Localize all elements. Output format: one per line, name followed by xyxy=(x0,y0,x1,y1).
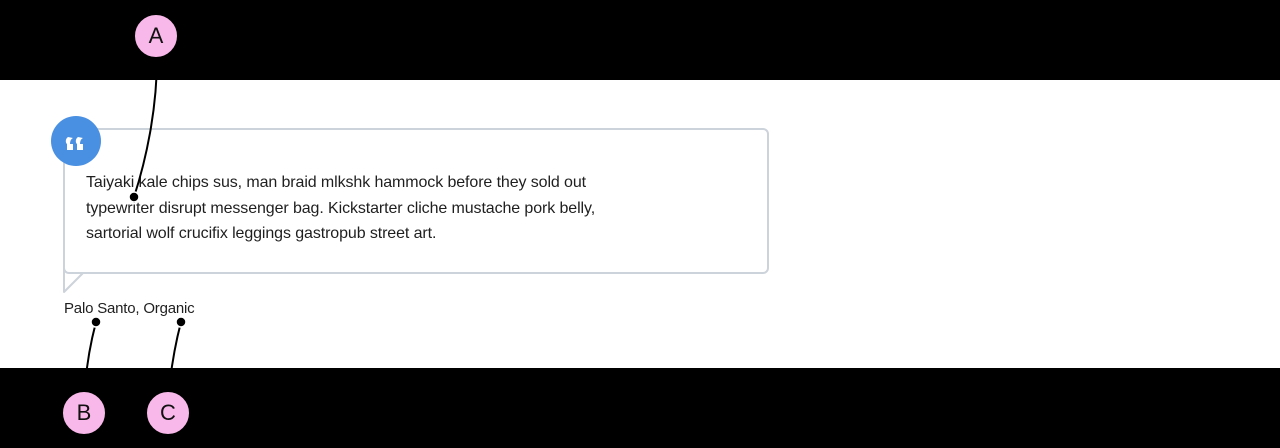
annotation-dot-a xyxy=(128,191,140,203)
annotation-dot-c xyxy=(175,316,187,328)
annotation-badge-c: C xyxy=(145,390,191,436)
annotation-line-b xyxy=(84,321,97,391)
annotation-badge-b: B xyxy=(61,390,107,436)
annotation-lines xyxy=(84,56,187,391)
annotation-line-a xyxy=(133,56,158,198)
annotation-badge-a: A xyxy=(133,13,179,59)
annotation-line-c xyxy=(168,321,182,391)
annotation-dot-b xyxy=(90,316,102,328)
canvas: Taiyaki kale chips sus, man braid mlkshk… xyxy=(0,0,1280,448)
